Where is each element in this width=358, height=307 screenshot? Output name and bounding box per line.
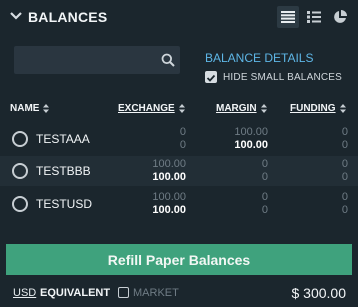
currency-selector[interactable]: USD — [13, 287, 36, 299]
sort-icon — [178, 104, 185, 113]
funding-cell: 0 0 — [341, 126, 348, 151]
margin-cell: 100.00 100.00 — [234, 126, 268, 151]
panel-title: BALANCES — [28, 9, 108, 25]
row-select-radio[interactable] — [12, 163, 28, 179]
asset-name: TESTBBB — [36, 164, 91, 178]
sort-icon — [339, 104, 346, 113]
detail-view-icon — [307, 11, 321, 23]
hide-small-balances-checkbox[interactable] — [205, 71, 217, 83]
hide-small-balances-toggle[interactable]: HIDE SMALL BALANCES — [205, 70, 342, 84]
pie-view-button[interactable] — [329, 6, 351, 28]
row-select-radio[interactable] — [12, 196, 28, 212]
detail-view-button[interactable] — [303, 6, 325, 28]
chevron-down-icon[interactable] — [9, 11, 23, 21]
column-header-name[interactable]: NAME — [10, 103, 50, 114]
margin-cell: 0 0 — [261, 158, 268, 183]
asset-name: TESTAAA — [36, 132, 90, 146]
hide-small-balances-label: HIDE SMALL BALANCES — [223, 71, 343, 83]
table-row[interactable]: TESTAAA 0 0 100.00 100.00 0 0 — [0, 124, 358, 154]
sort-icon — [43, 104, 50, 113]
balances-footer: USD EQUIVALENT MARKET $ 300.00 — [0, 283, 358, 303]
market-label: MARKET — [133, 287, 179, 299]
column-header-funding[interactable]: FUNDING — [290, 103, 346, 114]
exchange-cell: 0 0 — [179, 126, 186, 151]
equivalent-label: EQUIVALENT — [40, 287, 111, 299]
total-balance: $ 300.00 — [291, 285, 347, 301]
exchange-cell: 100.00 100.00 — [152, 158, 186, 183]
row-select-radio[interactable] — [12, 131, 28, 147]
balance-details-link[interactable]: BALANCE DETAILS — [205, 51, 313, 65]
checkmark-icon — [206, 74, 216, 82]
search-input[interactable] — [14, 46, 154, 74]
market-checkbox[interactable] — [118, 287, 129, 298]
funding-cell: 0 0 — [341, 191, 348, 216]
balances-header: BALANCES — [0, 0, 358, 34]
sort-icon — [260, 104, 267, 113]
table-row[interactable]: TESTBBB 100.00 100.00 0 0 0 0 — [0, 156, 358, 186]
asset-name: TESTUSD — [36, 197, 93, 211]
search-icon[interactable] — [161, 53, 175, 67]
refill-paper-balances-button[interactable]: Refill Paper Balances — [6, 244, 352, 275]
funding-cell: 0 0 — [341, 158, 348, 183]
margin-cell: 0 0 — [261, 191, 268, 216]
column-header-exchange[interactable]: EXCHANGE — [118, 103, 185, 114]
search-field — [14, 46, 180, 74]
column-header-margin[interactable]: MARGIN — [216, 103, 267, 114]
pie-chart-icon — [334, 10, 347, 23]
table-row[interactable]: TESTUSD 100.00 100.00 0 0 0 0 — [0, 189, 358, 219]
exchange-cell: 100.00 100.00 — [152, 191, 186, 216]
list-view-icon — [281, 11, 295, 23]
list-view-button[interactable] — [277, 6, 299, 28]
